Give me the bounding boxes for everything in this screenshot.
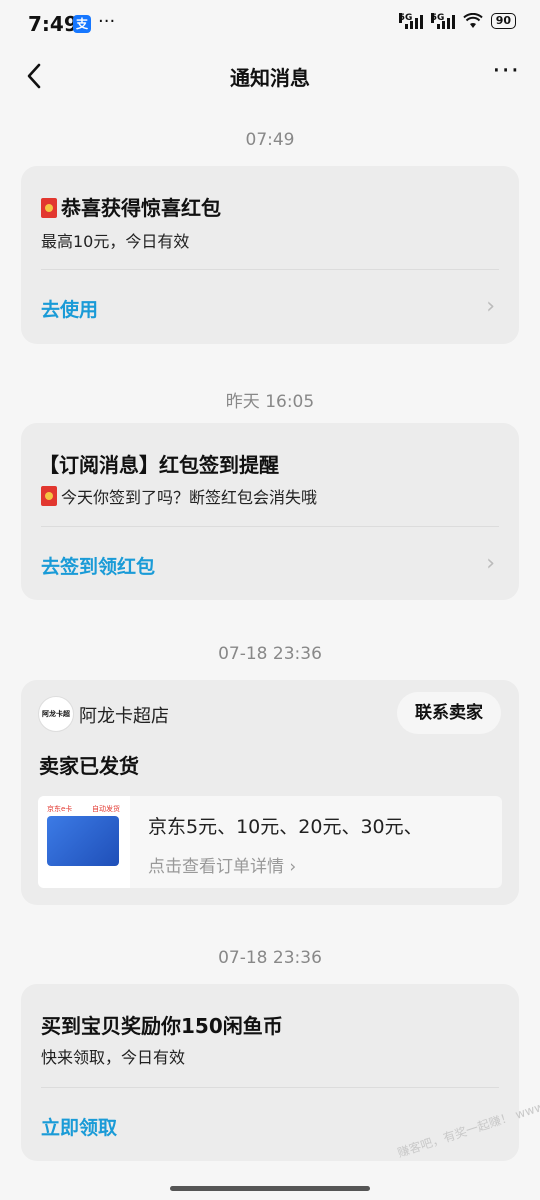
divider (41, 1087, 499, 1088)
page-title: 通知消息 (230, 66, 310, 90)
order-detail-link[interactable]: 点击查看订单详情 › (148, 852, 296, 877)
message-title: 买到宝贝奖励你150闲鱼币 (41, 1014, 283, 1038)
order-product-name: 京东5元、10元、20元、30元、 (148, 816, 423, 838)
message-subtitle: 今天你签到了吗？断签红包会消失哦 (41, 484, 317, 508)
message-subtitle: 最高10元，今日有效 (41, 232, 190, 251)
message-card[interactable]: 恭喜获得惊喜红包 最高10元，今日有效 去使用 › (21, 166, 519, 344)
shop-logo: 阿龙卡超店 (38, 696, 74, 732)
timestamp: 07:49 (245, 130, 295, 150)
timestamp: 07-18 23:36 (218, 948, 322, 968)
divider (41, 526, 499, 527)
chevron-right-icon: › (486, 294, 495, 319)
use-button[interactable]: 去使用 (41, 295, 98, 322)
shop-name[interactable]: 阿龙卡超店 (79, 702, 169, 728)
signal-icon-2: 5G (430, 13, 455, 29)
gift-card-image (47, 816, 119, 866)
divider (41, 269, 499, 270)
red-envelope-icon (41, 198, 57, 218)
message-title: 卖家已发货 (39, 754, 139, 778)
claim-button[interactable]: 立即领取 (41, 1113, 117, 1140)
nav-bar: 通知消息 ··· (0, 50, 540, 100)
wifi-icon (462, 13, 483, 28)
contact-seller-button[interactable]: 联系卖家 (397, 692, 501, 734)
message-card[interactable]: 【订阅消息】红包签到提醒 今天你签到了吗？断签红包会消失哦 去签到领红包 › (21, 423, 519, 600)
shipment-card[interactable]: 阿龙卡超店 阿龙卡超店 联系卖家 卖家已发货 京东e卡 自动发货 京东5元、10… (21, 680, 519, 905)
message-title: 【订阅消息】红包签到提醒 (39, 453, 279, 477)
red-envelope-icon (41, 486, 57, 506)
checkin-button[interactable]: 去签到领红包 (41, 552, 155, 579)
order-item[interactable]: 京东e卡 自动发货 京东5元、10元、20元、30元、 点击查看订单详情 › (38, 796, 502, 888)
message-subtitle: 快来领取，今日有效 (41, 1048, 186, 1067)
timestamp: 昨天 16:05 (225, 392, 315, 412)
product-thumbnail: 京东e卡 自动发货 (38, 796, 130, 888)
timestamp: 07-18 23:36 (218, 644, 322, 664)
status-bar: 7:49 支 ··· 5G 5G 90 (0, 0, 540, 50)
alipay-icon: 支 (73, 15, 91, 33)
signal-icon: 5G (398, 13, 423, 29)
battery-icon: 90 (490, 13, 516, 29)
chevron-right-icon: › (486, 551, 495, 576)
status-time: 7:49 (28, 12, 78, 36)
status-icons: 5G 5G 90 (398, 13, 516, 29)
notification-dots-icon: ··· (98, 11, 116, 32)
more-icon[interactable]: ··· (492, 56, 520, 86)
home-indicator[interactable] (170, 1186, 370, 1191)
message-title: 恭喜获得惊喜红包 (41, 192, 221, 221)
